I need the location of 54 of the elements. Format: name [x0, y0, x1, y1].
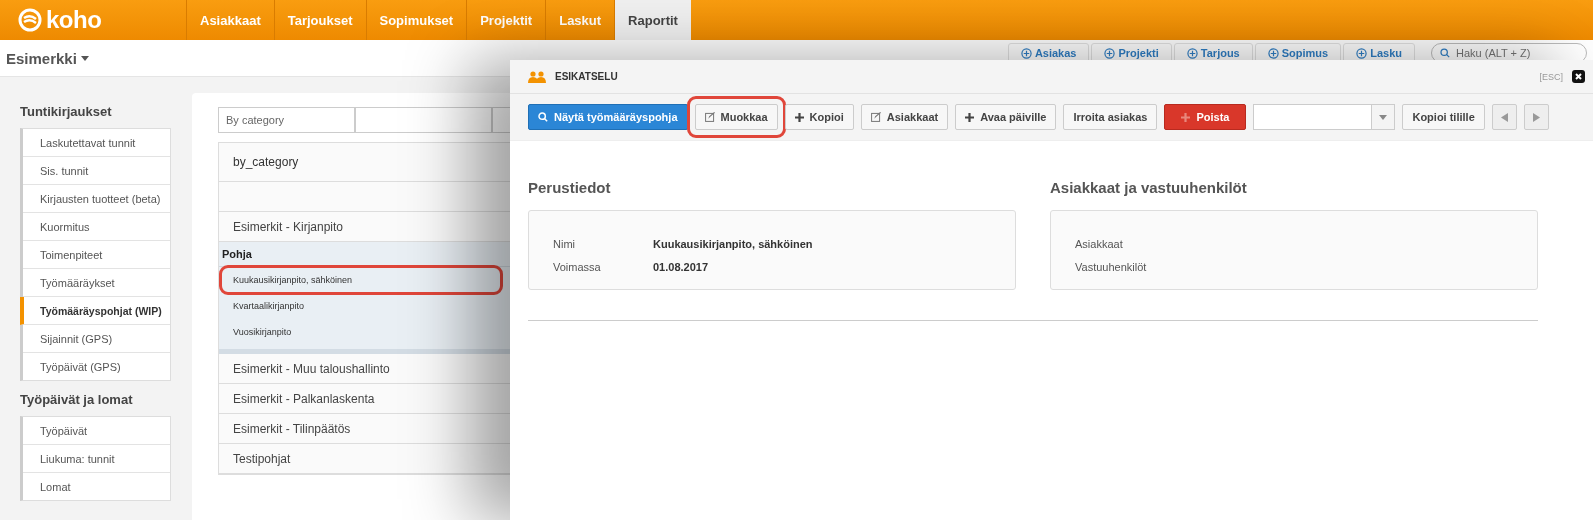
- previous-button[interactable]: [1491, 104, 1517, 130]
- sidebar-item[interactable]: Laskutettavat tunnit: [23, 129, 170, 157]
- toolbar-button[interactable]: Kopioi: [784, 104, 854, 130]
- plus-icon: [1181, 112, 1191, 122]
- logo-icon: [18, 8, 42, 32]
- toolbar-button[interactable]: Avaa päiville: [955, 104, 1057, 130]
- toolbar-button[interactable]: Muokkaa: [694, 104, 778, 130]
- sidebar-heading: Tuntikirjaukset: [20, 104, 113, 119]
- caret-icon: [1379, 114, 1388, 120]
- close-icon[interactable]: [1572, 70, 1585, 83]
- right-triangle-icon: [1532, 112, 1540, 122]
- sidebar-item[interactable]: Kirjausten tuotteet (beta): [23, 185, 170, 213]
- plus-circle-icon: [1267, 47, 1279, 59]
- sidebar-item[interactable]: Sijainnit (GPS): [23, 325, 170, 353]
- plus-circle-icon: [1104, 47, 1116, 59]
- field-label: Vastuuhenkilöt: [1075, 260, 1148, 273]
- sidebar-item[interactable]: Työmääräykset: [23, 269, 170, 297]
- toolbar-button[interactable]: Poista: [1164, 104, 1247, 130]
- sidebar-item[interactable]: Sis. tunnit: [23, 157, 170, 185]
- toolbar-button[interactable]: Kopioi tilille: [1402, 104, 1485, 130]
- nav-tab[interactable]: Raportit: [614, 0, 691, 40]
- toolbar-button[interactable]: Näytä työmääräyspohja: [528, 104, 688, 130]
- search-icon: [538, 112, 548, 122]
- sidebar-item[interactable]: Työpäivät: [23, 417, 170, 445]
- caret-icon: [80, 55, 89, 61]
- plus-icon: [965, 112, 975, 122]
- edit-icon: [870, 112, 881, 122]
- sidebar-item[interactable]: Työmääräyspohjat (WIP): [20, 297, 170, 325]
- people-icon: [528, 70, 546, 83]
- esc-hint: [ESC]: [1539, 71, 1563, 82]
- search-icon: [1440, 48, 1450, 58]
- section-title: Perustiedot: [528, 179, 612, 196]
- toolbar-button[interactable]: Asiakkaat: [860, 104, 949, 130]
- sidebar-item[interactable]: Liukuma: tunnit: [23, 445, 170, 473]
- field-label: Asiakkaat: [1075, 237, 1124, 250]
- plus-circle-icon: [1186, 47, 1198, 59]
- sidebar-item[interactable]: Lomat: [23, 473, 170, 500]
- left-triangle-icon: [1500, 112, 1508, 122]
- account-select[interactable]: [1253, 104, 1396, 130]
- dialog-title: ESIKATSELU: [555, 71, 619, 82]
- company-selector[interactable]: Esimerkki: [6, 49, 89, 67]
- edit-icon: [704, 112, 715, 122]
- sidebar-heading: Työpäivät ja lomat: [20, 392, 134, 407]
- sidebar-item[interactable]: Kuormitus: [23, 213, 170, 241]
- next-button[interactable]: [1523, 104, 1549, 130]
- section-title: Asiakkaat ja vastuuhenkilöt: [1050, 179, 1248, 196]
- sidebar-item[interactable]: Työpäivät (GPS): [23, 353, 170, 380]
- filter-field[interactable]: [355, 107, 492, 133]
- plus-circle-icon: [1356, 47, 1368, 59]
- filter-field[interactable]: By category: [218, 107, 355, 133]
- plus-icon: [794, 112, 804, 122]
- sidebar-item[interactable]: Toimenpiteet: [23, 241, 170, 269]
- toolbar-button[interactable]: Irroita asiakas: [1063, 104, 1158, 130]
- plus-circle-icon: [1020, 47, 1032, 59]
